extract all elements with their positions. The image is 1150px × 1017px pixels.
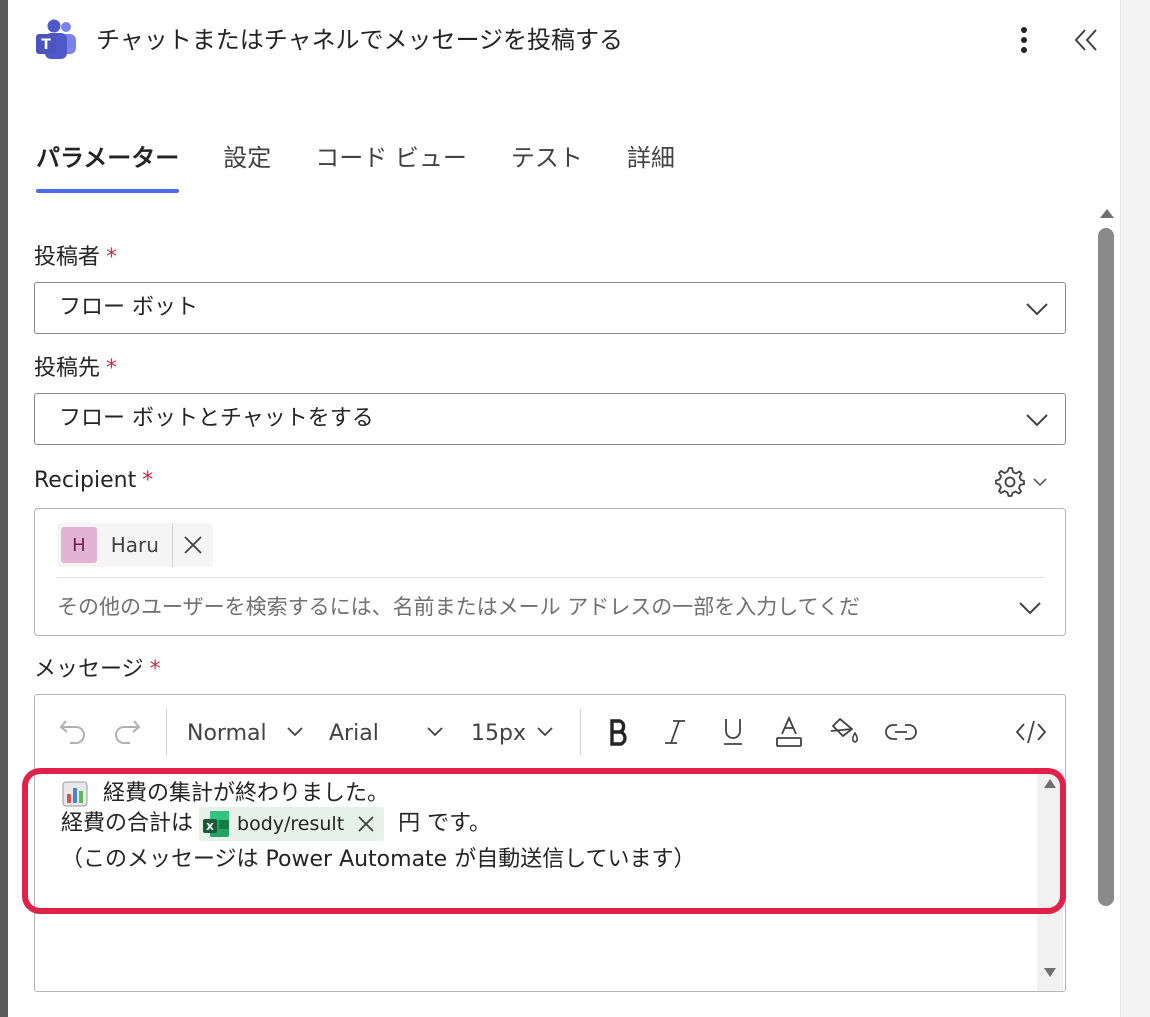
chevron-down-icon[interactable] bbox=[1017, 595, 1043, 621]
close-icon[interactable] bbox=[356, 814, 376, 834]
post-in-label-text: 投稿先 bbox=[34, 356, 101, 381]
font-color-icon bbox=[776, 716, 802, 747]
undo-icon bbox=[59, 720, 85, 744]
message-line-3: （このメッセージは Power Automate が自動送信しています） bbox=[61, 843, 696, 877]
message-line-3-text: （このメッセージは Power Automate が自動送信しています） bbox=[61, 847, 696, 872]
svg-text:T: T bbox=[41, 37, 51, 53]
highlight-color-button[interactable] bbox=[827, 711, 863, 753]
post-as-label-text: 投稿者 bbox=[34, 245, 101, 270]
font-size-value: 15px bbox=[471, 720, 526, 746]
tab-code-view[interactable]: コード ビュー bbox=[315, 136, 467, 200]
insert-link-button[interactable] bbox=[883, 711, 919, 753]
message-line-2: 経費の合計は X body/result 円 です。 bbox=[61, 807, 491, 841]
post-in-dropdown[interactable]: フロー ボットとチャットをする bbox=[34, 393, 1066, 445]
chevron-down-icon bbox=[287, 727, 303, 737]
right-gutter bbox=[1120, 0, 1150, 1017]
font-size-select[interactable]: 15px bbox=[471, 713, 555, 753]
recipient-divider bbox=[57, 577, 1045, 578]
more-vertical-icon bbox=[1021, 27, 1027, 53]
avatar: H bbox=[61, 527, 97, 563]
recipient-picker: H Haru bbox=[34, 508, 1066, 636]
scroll-up-icon[interactable] bbox=[1043, 777, 1057, 789]
tab-settings[interactable]: 設定 bbox=[223, 136, 271, 200]
scroll-down-icon[interactable] bbox=[1043, 967, 1057, 979]
recipient-label: Recipient * bbox=[34, 466, 153, 496]
tab-bar: パラメーター 設定 コード ビュー テスト 詳細 bbox=[36, 136, 675, 200]
italic-icon bbox=[665, 720, 685, 744]
redo-button[interactable] bbox=[109, 711, 145, 753]
link-icon bbox=[885, 724, 917, 740]
chevron-down-icon bbox=[1033, 478, 1047, 487]
remove-recipient-button[interactable] bbox=[173, 523, 213, 567]
chevron-down-icon bbox=[1026, 414, 1048, 427]
chevron-down-icon bbox=[537, 727, 553, 737]
toolbar-divider bbox=[580, 709, 581, 755]
message-label-text: メッセージ bbox=[34, 657, 144, 682]
more-options-button[interactable] bbox=[1004, 18, 1044, 62]
post-in-label: 投稿先 * bbox=[34, 354, 117, 384]
window-left-edge bbox=[0, 0, 8, 1017]
message-line-1-text: 経費の集計が終わりました。 bbox=[103, 781, 390, 806]
panel-scrollbar-thumb[interactable] bbox=[1098, 228, 1114, 906]
bold-button[interactable] bbox=[601, 711, 637, 753]
post-as-dropdown[interactable]: フロー ボット bbox=[34, 282, 1066, 334]
chevron-down-icon bbox=[1026, 303, 1048, 316]
bar-chart-emoji-icon bbox=[62, 781, 88, 807]
font-family-value: Arial bbox=[329, 720, 379, 746]
post-in-value: フロー ボットとチャットをする bbox=[59, 406, 374, 431]
message-line-2-suffix: 円 です。 bbox=[398, 811, 491, 836]
code-view-button[interactable] bbox=[1011, 711, 1051, 753]
recipient-settings-button[interactable] bbox=[994, 464, 1064, 500]
chevron-double-left-icon bbox=[1074, 29, 1097, 51]
editor-toolbar: Normal Arial 15px bbox=[35, 695, 1065, 769]
editor-scrollbar[interactable] bbox=[1037, 769, 1063, 991]
required-mark: * bbox=[142, 468, 154, 493]
dynamic-content-token[interactable]: X body/result bbox=[199, 807, 385, 841]
post-as-label: 投稿者 * bbox=[34, 243, 117, 273]
chevron-down-icon bbox=[427, 727, 443, 737]
action-title: チャットまたはチャネルでメッセージを投稿する bbox=[96, 26, 624, 54]
paint-bucket-icon bbox=[830, 717, 859, 743]
recipient-chip: H Haru bbox=[57, 523, 213, 567]
collapse-panel-button[interactable] bbox=[1066, 18, 1106, 62]
paragraph-format-select[interactable]: Normal bbox=[187, 713, 305, 753]
code-icon bbox=[1015, 720, 1047, 744]
gear-icon bbox=[995, 467, 1025, 497]
recipient-label-text: Recipient bbox=[34, 468, 137, 493]
tab-details[interactable]: 詳細 bbox=[627, 136, 675, 200]
bold-icon bbox=[610, 719, 627, 746]
required-mark: * bbox=[106, 356, 118, 381]
recipient-chip-name: Haru bbox=[110, 533, 159, 557]
redo-icon bbox=[115, 720, 141, 744]
panel-header: T チャットまたはチャネルでメッセージを投稿する bbox=[8, 0, 1120, 80]
scroll-up-icon[interactable] bbox=[1098, 206, 1116, 220]
message-editor: Normal Arial 15px 経費の集計が終わりました。 経費の合計は X… bbox=[34, 694, 1066, 992]
message-body[interactable]: 経費の集計が終わりました。 経費の合計は X body/result 円 です。 bbox=[35, 769, 1037, 991]
microsoft-teams-icon: T bbox=[34, 18, 78, 62]
message-line-1: 経費の集計が終わりました。 bbox=[61, 777, 389, 811]
font-family-select[interactable]: Arial bbox=[329, 713, 445, 753]
tab-test[interactable]: テスト bbox=[511, 136, 583, 200]
paragraph-format-value: Normal bbox=[187, 720, 267, 746]
toolbar-divider bbox=[166, 709, 167, 755]
italic-button[interactable] bbox=[657, 711, 693, 753]
close-icon bbox=[184, 536, 202, 554]
svg-text:X: X bbox=[206, 822, 214, 833]
excel-icon: X bbox=[203, 811, 230, 837]
required-mark: * bbox=[149, 657, 161, 682]
token-label: body/result bbox=[237, 813, 345, 835]
recipient-search-input[interactable] bbox=[57, 589, 1009, 625]
post-as-value: フロー ボット bbox=[59, 295, 198, 320]
undo-button[interactable] bbox=[55, 711, 91, 753]
message-line-2-prefix: 経費の合計は bbox=[61, 811, 194, 836]
required-mark: * bbox=[106, 245, 118, 270]
tab-parameters[interactable]: パラメーター bbox=[36, 136, 180, 200]
message-label: メッセージ * bbox=[34, 655, 161, 685]
underline-icon bbox=[724, 719, 742, 745]
font-color-button[interactable] bbox=[771, 711, 807, 753]
underline-button[interactable] bbox=[715, 711, 751, 753]
